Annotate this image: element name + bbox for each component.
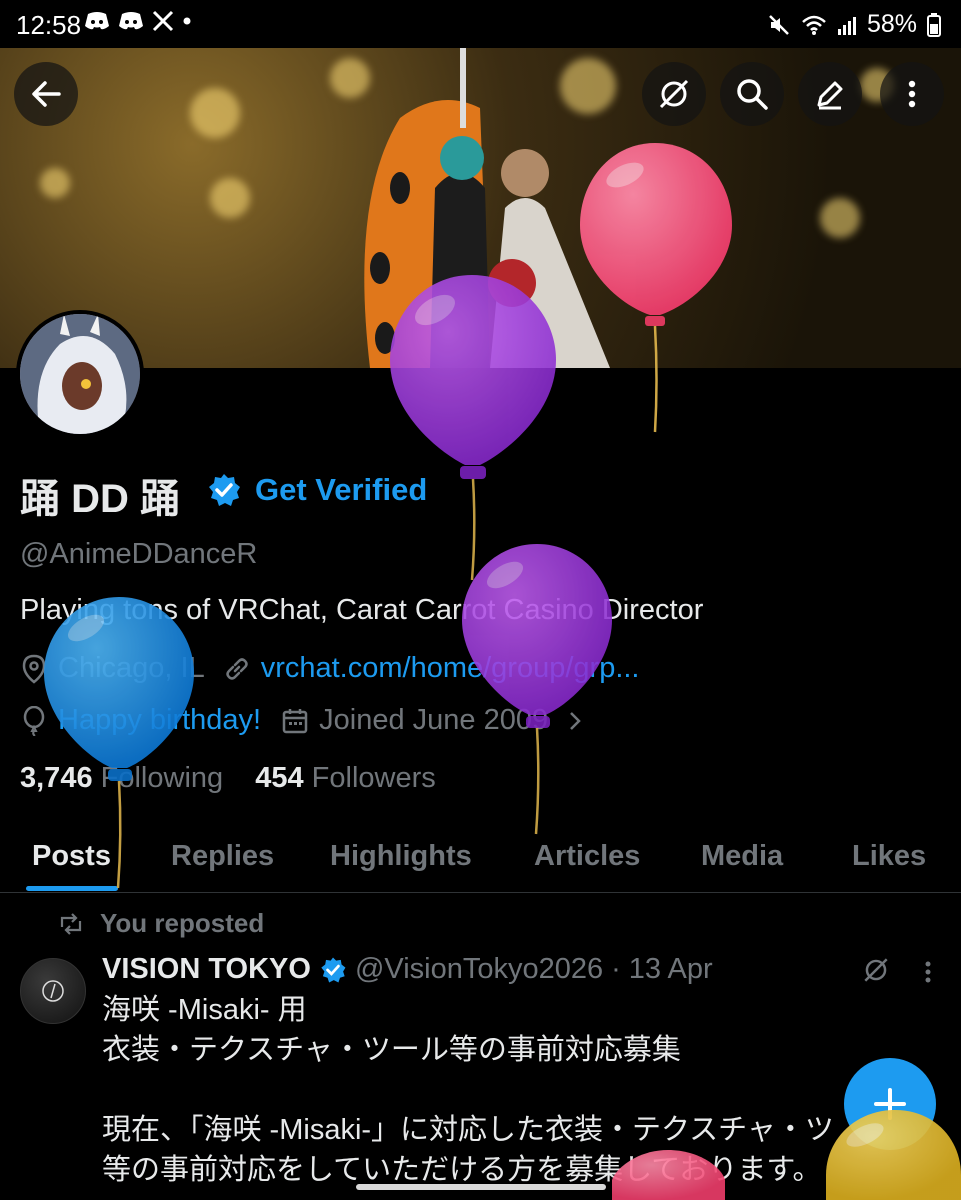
followers-link[interactable]: 454 Followers (255, 762, 436, 794)
tab-media[interactable]: Media (701, 840, 783, 873)
following-count: 3,746 (20, 762, 93, 794)
balloon-purple (462, 544, 612, 835)
tab-articles[interactable]: Articles (534, 840, 640, 873)
chevron-right-icon[interactable] (564, 708, 586, 734)
edit-button[interactable] (798, 62, 862, 126)
repost-label: You reposted (100, 908, 265, 938)
compose-post-button[interactable] (844, 1058, 936, 1150)
website-link[interactable]: vrchat.com/home/group/grp... (261, 652, 640, 685)
vision-logo-icon (42, 980, 64, 1002)
post-author-name[interactable]: VISION TOKYO (102, 953, 311, 986)
post-line: 衣装・テクスチャ・ツール等の事前対応募集 (102, 1034, 681, 1066)
profile-handle: @AnimeDDanceR (20, 538, 258, 570)
location-text: Chicago, IL (58, 652, 205, 684)
get-verified-link[interactable]: Get Verified (255, 472, 427, 508)
post-author-avatar[interactable] (20, 958, 86, 1024)
post-text: 海咲 -Misaki- 用 衣装・テクスチャ・ツール等の事前対応募集 現在、「海… (102, 990, 942, 1190)
calendar-icon (282, 708, 308, 733)
signal-icon (837, 16, 856, 35)
post-author-handle[interactable]: @VisionTokyo2026 (355, 953, 603, 986)
more-vertical-icon (908, 80, 916, 108)
following-label: Following (100, 762, 224, 794)
plus-icon (874, 1088, 906, 1120)
battery-icon (927, 12, 941, 37)
profile-avatar[interactable] (16, 310, 144, 438)
tab-highlights[interactable]: Highlights (330, 840, 472, 873)
status-bar: 12:58 58% (0, 0, 961, 52)
tab-posts[interactable]: Posts (32, 840, 111, 873)
post-grok-icon[interactable] (862, 956, 890, 984)
follow-stats: 3,746 Following 454 Followers (20, 762, 436, 795)
mute-icon (769, 14, 789, 35)
repost-icon (60, 912, 82, 935)
tab-likes[interactable]: Likes (852, 840, 926, 873)
followers-label: Followers (311, 762, 436, 794)
post-line: 現在、「海咲 -Misaki-」に対応した衣装・テクスチャ・ツ (102, 1114, 834, 1146)
birthday-text[interactable]: Happy birthday! (58, 704, 261, 737)
meta-row-birthday: Happy birthday! Joined June 2009 (20, 704, 586, 737)
search-icon (737, 79, 768, 110)
post-header: VISION TOKYO @VisionTokyo2026 · 13 Apr (102, 953, 713, 986)
status-time: 12:58 (16, 10, 82, 40)
post-line (102, 1070, 942, 1110)
discord-icon (85, 12, 109, 30)
post-separator: · (611, 953, 621, 985)
followers-count: 454 (255, 762, 304, 794)
notification-icons (84, 10, 192, 32)
grok-icon (659, 79, 689, 109)
x-logo-icon (152, 10, 174, 32)
following-link[interactable]: 3,746 Following (20, 762, 223, 794)
verified-badge-icon (209, 474, 240, 506)
more-button[interactable] (880, 62, 944, 126)
location-pin-icon (22, 654, 46, 684)
battery-percent: 58% (866, 10, 917, 38)
joined-date: Joined June 2009 (319, 704, 549, 736)
dot-icon (183, 17, 191, 25)
search-button[interactable] (720, 62, 784, 126)
profile-tabs: Posts Replies Highlights Articles Media … (0, 832, 961, 893)
arrow-left-icon (32, 81, 61, 107)
avatar-image (20, 314, 140, 434)
post-date[interactable]: 13 Apr (629, 953, 713, 986)
edit-icon (817, 81, 843, 110)
banner-artwork (364, 48, 610, 368)
profile-bio: Playing tons of VRChat, Carat Carrot Cas… (20, 594, 704, 626)
profile-banner[interactable] (0, 48, 961, 368)
balloon-icon (23, 705, 45, 736)
discord-icon (119, 12, 143, 30)
repost-indicator: You reposted (58, 908, 264, 939)
link-icon (225, 657, 248, 680)
grok-button[interactable] (642, 62, 706, 126)
verified-badge-icon (321, 957, 346, 982)
display-name: 踊 DD 踊 (20, 477, 180, 521)
back-button[interactable] (14, 62, 78, 126)
system-icons: 58% (767, 10, 941, 39)
gesture-bar[interactable] (356, 1184, 606, 1190)
meta-row-location: Chicago, IL vrchat.com/home/group/grp... (20, 652, 640, 685)
post-more-icon[interactable] (916, 958, 940, 986)
wifi-icon (802, 15, 826, 35)
tab-replies[interactable]: Replies (171, 840, 274, 873)
active-tab-indicator (26, 886, 118, 891)
post-line: 海咲 -Misaki- 用 (102, 994, 307, 1026)
